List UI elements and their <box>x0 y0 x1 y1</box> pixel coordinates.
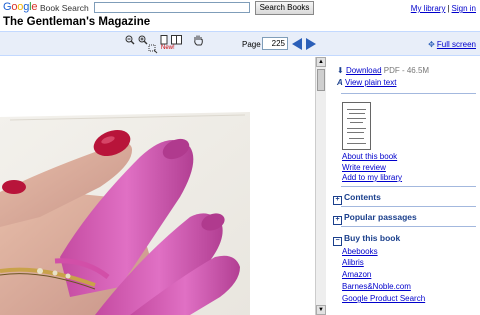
zoom-out-icon[interactable] <box>125 35 135 45</box>
scroll-up-icon[interactable]: ▲ <box>316 57 326 67</box>
add-to-library-link[interactable]: Add to my library <box>342 173 402 182</box>
scroll-down-icon[interactable]: ▼ <box>316 305 326 315</box>
collapse-icon: − <box>333 237 342 246</box>
expand-icon: + <box>333 216 342 225</box>
store-link-amazon[interactable]: Amazon <box>342 270 371 279</box>
download-link[interactable]: Download <box>346 66 382 75</box>
page-number-input[interactable] <box>262 37 288 50</box>
section-buy-this-book[interactable]: − Buy this book <box>333 233 400 246</box>
store-link-alibris[interactable]: Alibris <box>342 258 364 267</box>
full-screen-link[interactable]: Full screen <box>437 40 476 49</box>
book-cover-thumbnail[interactable] <box>342 102 371 150</box>
zoom-in-icon[interactable] <box>138 35 148 45</box>
divider <box>341 206 476 207</box>
next-page-icon[interactable] <box>306 38 316 50</box>
expand-icon: + <box>333 196 342 205</box>
write-review-link[interactable]: Write review <box>342 163 386 172</box>
about-book-link[interactable]: About this book <box>342 152 397 161</box>
download-meta: PDF - 46.5M <box>383 66 430 75</box>
section-popular-passages[interactable]: + Popular passages <box>333 212 417 225</box>
viewer-toolbar: New! Page ✥Full screen <box>0 31 480 56</box>
store-link-google-product-search[interactable]: Google Product Search <box>342 294 425 303</box>
two-page-icon[interactable] <box>171 35 183 45</box>
page-label: Page <box>242 40 261 49</box>
view-plain-text-link[interactable]: View plain text <box>345 78 396 87</box>
new-badge: New! <box>161 45 175 51</box>
top-bar: Google Book Search Search Books My libra… <box>0 0 480 16</box>
section-contents[interactable]: + Contents <box>333 192 381 205</box>
google-logo[interactable]: Google <box>3 1 37 13</box>
single-page-icon[interactable] <box>160 35 168 45</box>
scroll-thumb[interactable] <box>317 69 325 91</box>
account-links: My library | Sign in <box>411 4 476 13</box>
store-link-abebooks[interactable]: Abebooks <box>342 247 378 256</box>
fullscreen-icon: ✥ <box>428 40 435 49</box>
store-link-barnes-noble[interactable]: Barnes&Noble.com <box>342 282 411 291</box>
my-library-link[interactable]: My library <box>411 4 446 13</box>
scanned-page-image <box>0 57 315 315</box>
prev-page-icon[interactable] <box>292 38 302 50</box>
divider <box>341 186 476 187</box>
sidebar: ⬇ Download PDF - 46.5M A View plain text… <box>333 57 480 315</box>
search-input[interactable] <box>94 2 250 13</box>
page-viewer[interactable] <box>0 57 315 315</box>
plain-text-row: A View plain text <box>337 78 396 87</box>
clip-icon[interactable] <box>148 44 158 54</box>
separator: | <box>447 4 450 13</box>
download-icon[interactable]: ⬇ <box>337 66 344 75</box>
download-row: ⬇ Download PDF - 46.5M <box>337 66 429 75</box>
book-title: The Gentleman's Magazine <box>3 16 151 28</box>
search-books-button[interactable]: Search Books <box>255 1 314 15</box>
hand-pan-icon[interactable] <box>193 34 204 46</box>
divider <box>341 226 476 227</box>
divider <box>341 93 476 94</box>
sign-in-link[interactable]: Sign in <box>452 4 476 13</box>
full-screen-button[interactable]: ✥ Full screen <box>428 40 476 49</box>
product-name: Book Search <box>40 3 89 13</box>
page-scrollbar[interactable]: ▲ ▼ <box>315 57 326 315</box>
text-format-icon: A <box>337 78 343 87</box>
